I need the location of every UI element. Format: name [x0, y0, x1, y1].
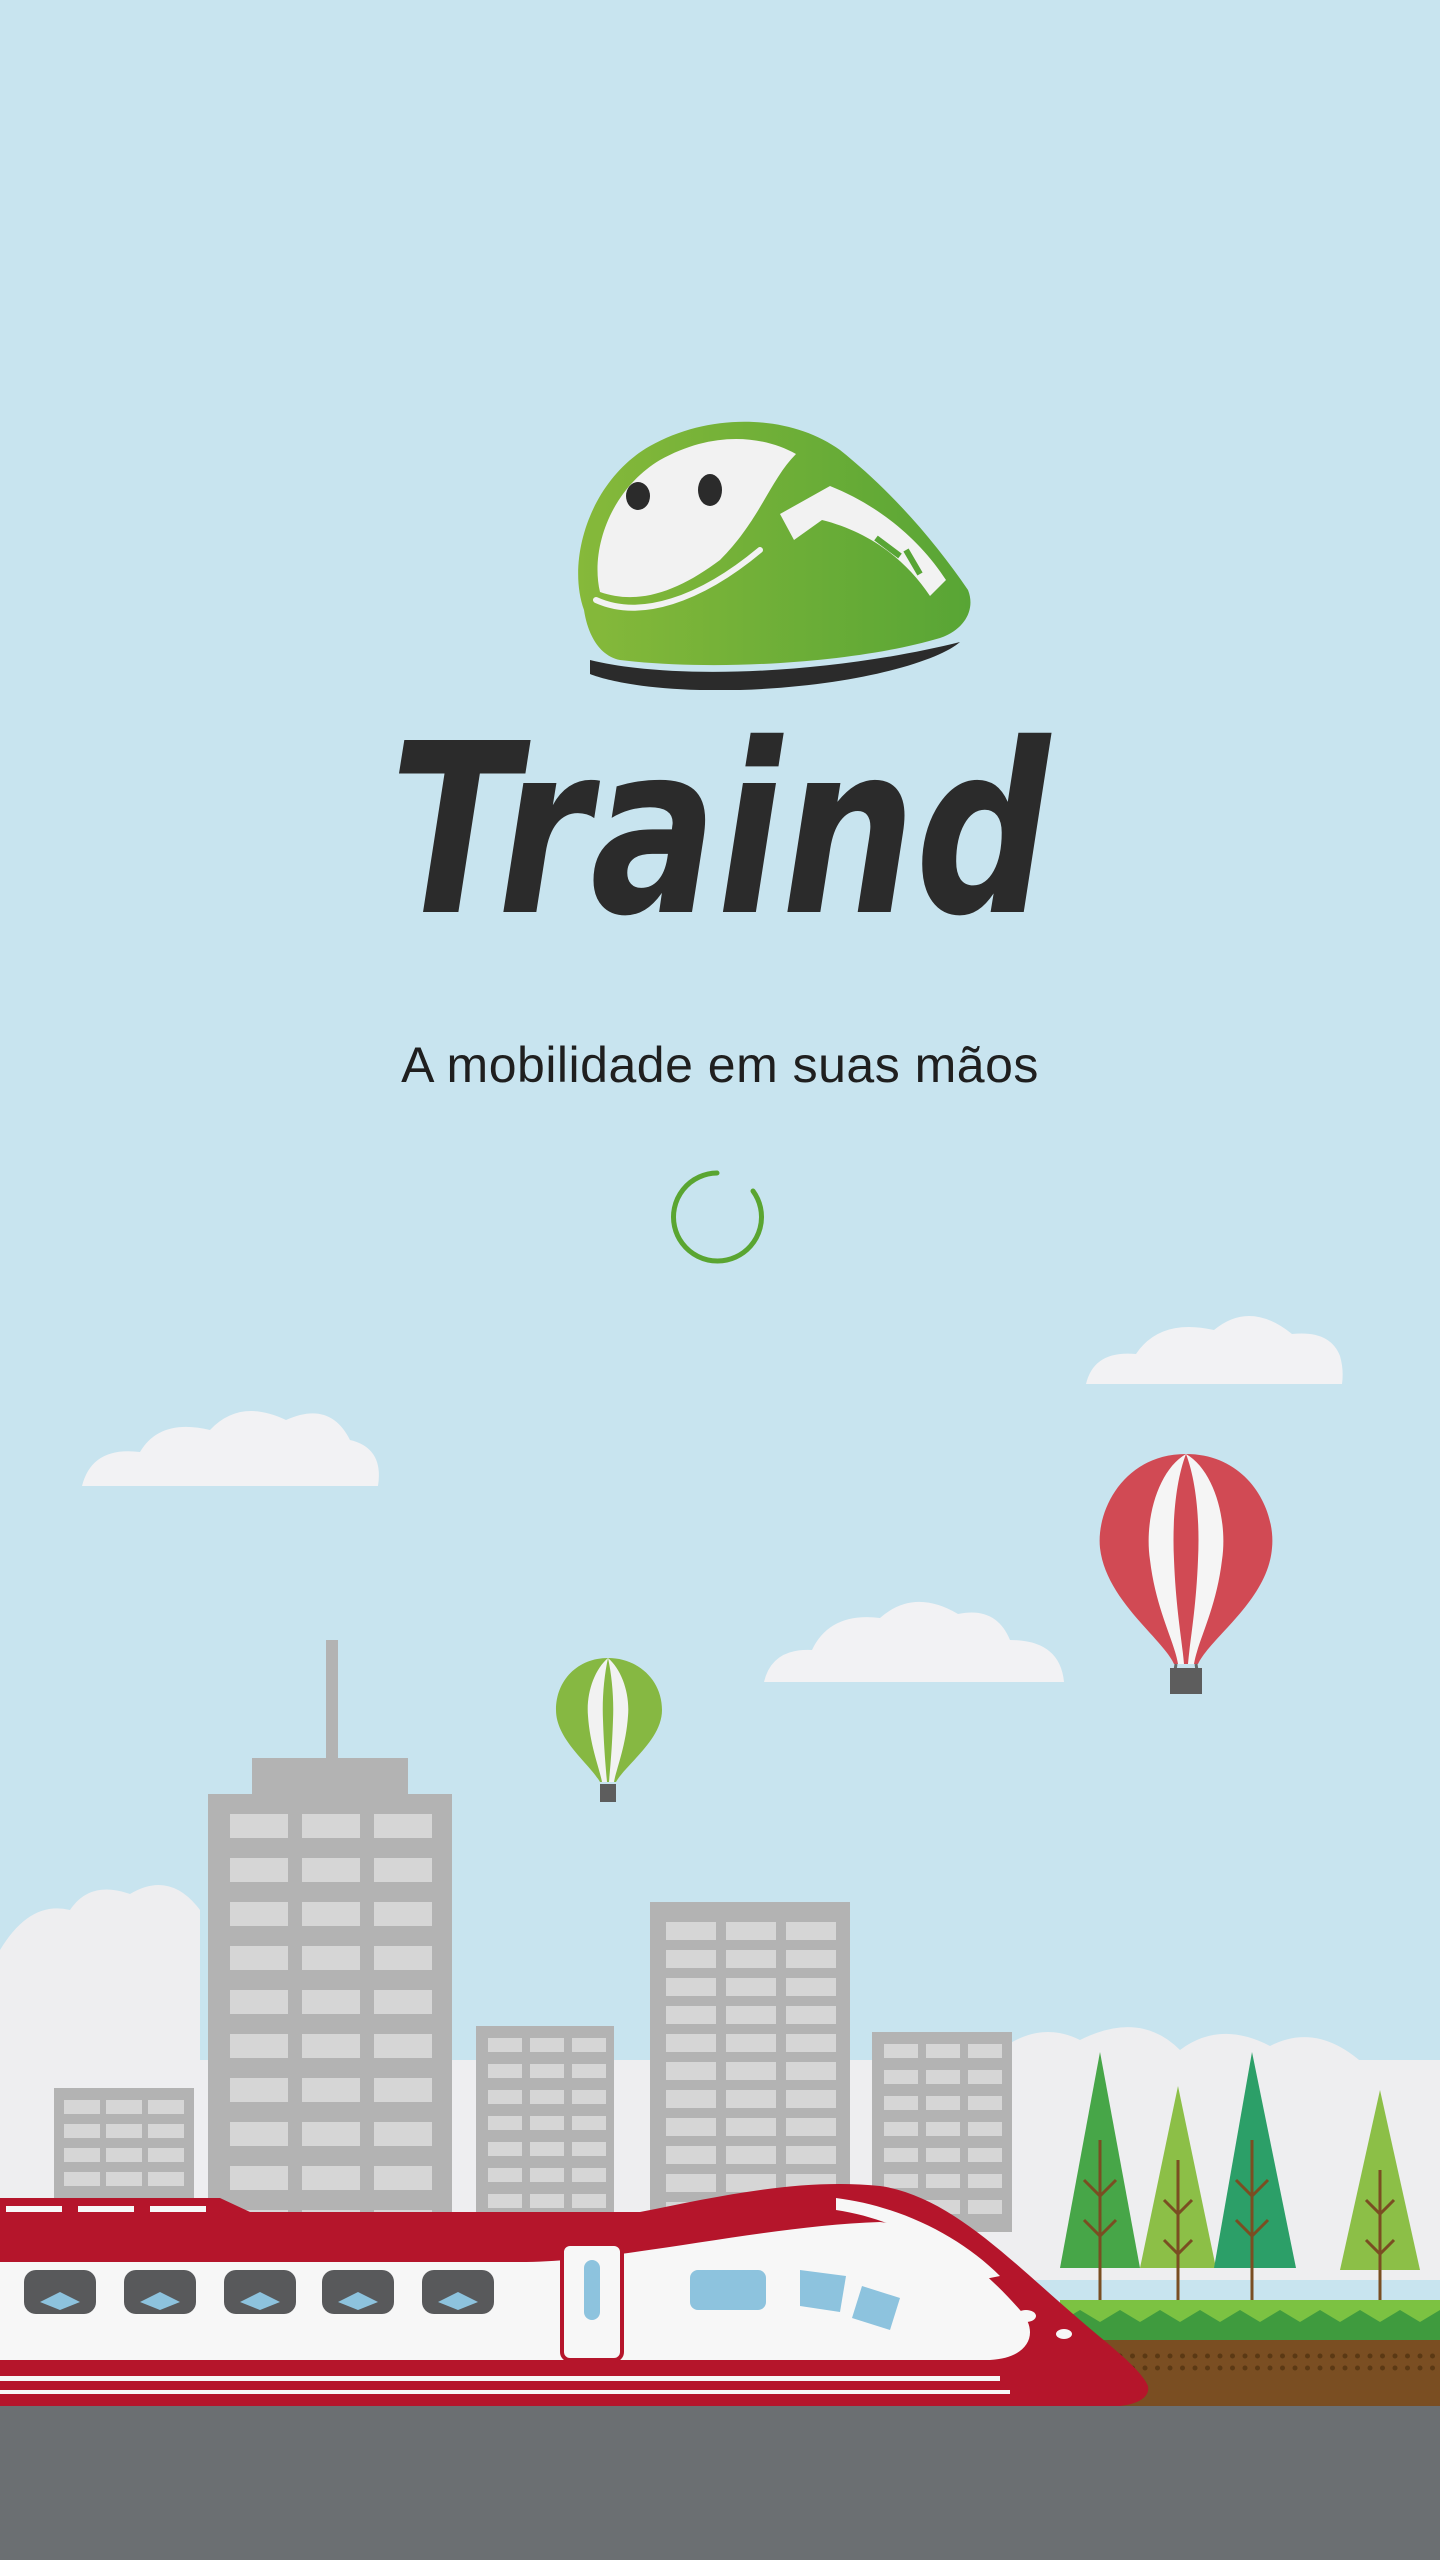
- cloud-left: [82, 1411, 379, 1486]
- red-balloon-icon: [1099, 1454, 1273, 1694]
- city-train-illustration: [0, 1315, 1440, 2560]
- app-tagline: A mobilidade em suas mãos: [401, 1037, 1039, 1093]
- cloud-middle: [764, 1601, 1064, 1682]
- building-mid-small: [476, 2026, 614, 2226]
- loading-spinner-icon: [671, 1170, 764, 1264]
- building-mid-large: [650, 1902, 850, 2232]
- traind-wordmark: Traind: [390, 693, 1052, 930]
- green-balloon-icon: [556, 1658, 662, 1802]
- cloud-right: [1086, 1315, 1343, 1384]
- traind-mascot-icon: [578, 421, 971, 690]
- road: [0, 2406, 1440, 2560]
- app-name: Traind: [390, 693, 1052, 930]
- splash-screen: Traind A mobilidade em suas mãos: [0, 0, 1440, 2560]
